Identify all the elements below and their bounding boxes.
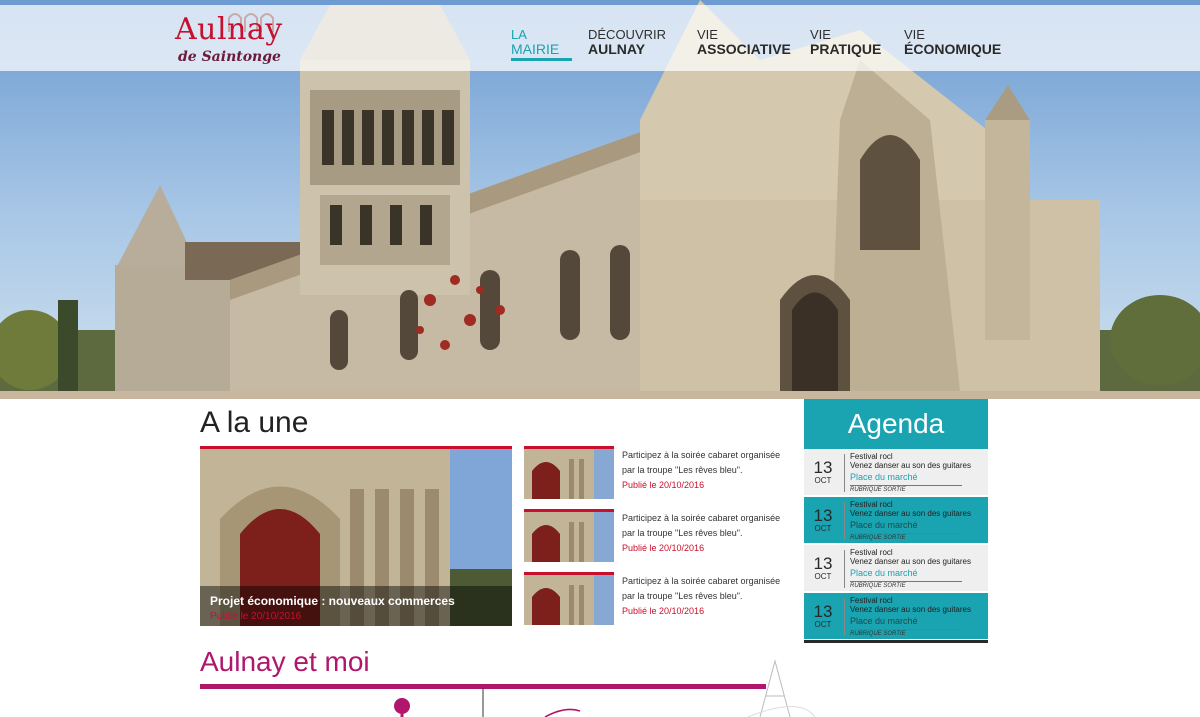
event-place-link[interactable]: Place du marché	[850, 520, 918, 530]
event-rubric: RUBRIQUE SORTIE	[850, 487, 906, 493]
event-desc: Venez danser au son des guitares	[850, 557, 971, 566]
event-separator	[844, 550, 845, 588]
news-thumbnail	[524, 446, 614, 499]
logo-title: Aulnay	[175, 12, 283, 47]
agenda-event[interactable]: 13 OCT Festival rocl Venez danser au son…	[804, 545, 988, 591]
site-logo[interactable]: Aulnay de Saintonge	[173, 6, 283, 66]
event-day: 13	[813, 506, 833, 525]
event-month: OCT	[814, 620, 832, 629]
event-day: 13	[813, 554, 833, 573]
agenda-title: Agenda	[847, 408, 945, 439]
event-separator	[844, 454, 845, 492]
event-desc: Venez danser au son des guitares	[850, 605, 971, 614]
event-place-underline	[850, 629, 962, 630]
news-thumbnail	[524, 509, 614, 562]
event-title: Festival rocl	[850, 548, 893, 557]
event-title: Festival rocl	[850, 452, 893, 461]
news-item[interactable]: Participez à la soirée cabaret organisée…	[524, 509, 792, 562]
event-month: OCT	[814, 524, 832, 533]
nav-line1: VIE	[697, 27, 718, 42]
news-item[interactable]: Participez à la soirée cabaret organisée…	[524, 446, 792, 499]
event-rubric: RUBRIQUE SORTIE	[850, 583, 906, 589]
nav-line1: VIE	[810, 27, 831, 42]
nav-item-associative[interactable]: VIE ASSOCIATIVE	[697, 27, 791, 57]
nav-item-pratique[interactable]: VIE PRATIQUE	[810, 27, 882, 57]
event-rubric: RUBRIQUE SORTIE	[850, 631, 906, 637]
event-month: OCT	[814, 572, 832, 581]
nav-line1: LA	[511, 27, 527, 42]
event-desc: Venez danser au son des guitares	[850, 461, 971, 470]
event-title: Festival rocl	[850, 596, 893, 605]
news-text: Participez à la soirée cabaret organisée…	[622, 576, 781, 601]
event-title: Festival rocl	[850, 500, 893, 509]
agenda-event[interactable]: 13 OCT Festival rocl Venez danser au son…	[804, 497, 988, 543]
nav-item-economique[interactable]: VIE ÉCONOMIQUE	[904, 27, 1002, 57]
agenda-event[interactable]: 13 OCT Festival rocl Venez danser au son…	[804, 449, 988, 495]
event-place-underline	[850, 581, 962, 582]
nav-line2: AULNAY	[588, 41, 646, 57]
event-place-link[interactable]: Place du marché	[850, 472, 918, 482]
event-place-underline	[850, 485, 962, 486]
featured-article[interactable]: Projet économique : nouveaux commerces P…	[200, 446, 512, 626]
event-place-link[interactable]: Place du marché	[850, 568, 918, 578]
event-desc: Venez danser au son des guitares	[850, 509, 971, 518]
event-month: OCT	[814, 476, 832, 485]
agenda-bottom-rule	[804, 640, 988, 643]
event-rubric: RUBRIQUE SORTIE	[850, 535, 906, 541]
logo-subtitle: de Saintonge	[178, 49, 281, 65]
news-text: Participez à la soirée cabaret organisée…	[622, 450, 781, 475]
nav-line1: VIE	[904, 27, 925, 42]
event-day: 13	[813, 458, 833, 477]
section-title-alaune: A la une	[200, 406, 309, 439]
news-date: Publié le 20/10/2016	[622, 480, 705, 490]
news-thumbnail	[524, 572, 614, 625]
hero-bottom-band	[0, 391, 1200, 399]
nav-line2: PRATIQUE	[810, 41, 882, 57]
news-date: Publié le 20/10/2016	[622, 543, 705, 553]
nav-active-underline	[511, 58, 572, 61]
nav-line2: ASSOCIATIVE	[697, 41, 791, 57]
featured-title: Projet économique : nouveaux commerces	[210, 594, 455, 608]
news-text: Participez à la soirée cabaret organisée…	[622, 513, 781, 538]
agenda-header: Agenda	[804, 399, 988, 449]
nav-item-mairie[interactable]: LA MAIRIE	[511, 27, 560, 57]
nav-item-decouvrir[interactable]: DÉCOUVRIR AULNAY	[588, 27, 667, 57]
agenda-panel: Agenda 13 OCT Festival rocl Venez danser…	[804, 399, 988, 642]
featured-date: Publié le 20/10/2016	[210, 611, 302, 622]
nav-line2: MAIRIE	[511, 41, 560, 57]
news-item[interactable]: Participez à la soirée cabaret organisée…	[524, 572, 792, 625]
event-place-underline	[850, 533, 962, 534]
nav-line2: ÉCONOMIQUE	[904, 41, 1002, 57]
event-day: 13	[813, 602, 833, 621]
event-place-link[interactable]: Place du marché	[850, 616, 918, 626]
aulnay-moi-illustration	[394, 659, 816, 717]
event-separator	[844, 502, 845, 540]
nav-line1: DÉCOUVRIR	[588, 27, 667, 42]
agenda-event[interactable]: 13 OCT Festival rocl Venez danser au son…	[804, 593, 988, 639]
event-separator	[844, 598, 845, 636]
news-date: Publié le 20/10/2016	[622, 606, 705, 616]
